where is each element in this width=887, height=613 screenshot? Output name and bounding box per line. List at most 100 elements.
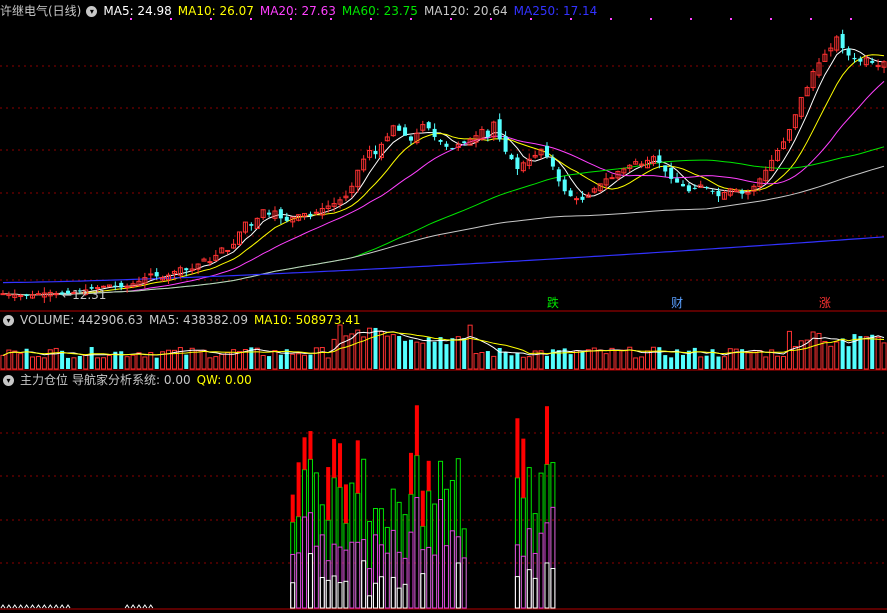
candle-body bbox=[403, 127, 408, 136]
volume-bar bbox=[308, 354, 313, 369]
volume-bar bbox=[479, 351, 485, 370]
candle-body bbox=[609, 177, 615, 180]
indicator-green-bar bbox=[443, 488, 449, 609]
volume-bar bbox=[515, 352, 520, 369]
volume-bar bbox=[615, 349, 621, 370]
indicator-baseline-wave bbox=[124, 604, 130, 609]
candle-body bbox=[870, 60, 875, 63]
indicator-header: ▾ 主力仓位 导航家分析系统: 0.00 QW: 0.00 bbox=[0, 371, 258, 389]
indicator-magenta-bar bbox=[296, 552, 302, 609]
volume-bar bbox=[751, 351, 757, 370]
indicator-magenta-bar bbox=[367, 568, 373, 609]
indicator-green-bar bbox=[420, 525, 426, 609]
volume-bar bbox=[526, 356, 532, 370]
candle-body bbox=[438, 140, 443, 142]
volume-bar bbox=[455, 336, 461, 370]
volume-bar bbox=[657, 347, 662, 369]
volume-ma5-value: MA5: 438382.09 bbox=[149, 313, 248, 327]
indicator-red-cap bbox=[338, 443, 343, 488]
volume-bar bbox=[580, 351, 585, 369]
indicator-magenta-bar bbox=[532, 552, 538, 609]
dropdown-icon[interactable]: ▾ bbox=[3, 314, 14, 326]
indicator-white-bar bbox=[514, 576, 520, 609]
indicator-magenta-bar bbox=[438, 499, 444, 609]
indicator-green-bar bbox=[390, 488, 396, 609]
volume-bar bbox=[781, 356, 787, 370]
candle-body bbox=[313, 211, 319, 214]
volume-bar bbox=[432, 341, 437, 369]
indicator-white-bar bbox=[319, 577, 325, 609]
volume-bar bbox=[219, 353, 225, 370]
candle-body bbox=[426, 122, 431, 129]
volume-bar bbox=[124, 356, 130, 370]
volume-bar bbox=[60, 350, 65, 369]
volume-bar bbox=[290, 353, 296, 370]
volume-bar bbox=[136, 352, 142, 370]
candle-body bbox=[846, 48, 851, 56]
indicator-magenta-bar bbox=[361, 539, 367, 609]
candle-body bbox=[680, 184, 686, 187]
candle-body bbox=[154, 272, 159, 277]
indicator-green-bar bbox=[414, 455, 420, 609]
dropdown-icon[interactable]: ▾ bbox=[3, 374, 14, 386]
volume-bar bbox=[574, 350, 580, 370]
indicator-green-bar bbox=[343, 522, 349, 609]
indicator-green-bar bbox=[349, 482, 355, 609]
candle-body bbox=[556, 169, 561, 182]
indicator-green-bar bbox=[396, 501, 402, 609]
volume-bar bbox=[858, 336, 863, 369]
volume-bar bbox=[177, 347, 183, 370]
indicator-green-bar bbox=[325, 519, 331, 609]
indicator-magenta-bar bbox=[337, 546, 343, 609]
indicator-green-bar bbox=[526, 467, 532, 609]
dropdown-icon[interactable]: ▾ bbox=[86, 5, 98, 17]
volume-bar bbox=[83, 354, 89, 370]
ma20-value: MA20: 27.63 bbox=[259, 4, 336, 18]
volume-bar bbox=[106, 355, 112, 370]
indicator-magenta-bar bbox=[355, 541, 361, 609]
volume-bar bbox=[485, 351, 490, 369]
indicator-magenta-bar bbox=[390, 529, 396, 609]
indicator-magenta-bar bbox=[461, 557, 467, 609]
volume-bar bbox=[822, 340, 828, 370]
event-marker-1: 财 bbox=[671, 296, 683, 310]
volume-bar bbox=[260, 354, 266, 370]
stock-name[interactable]: 许继电气(日线) bbox=[0, 2, 81, 20]
indicator-formula-value: 导航家分析系统: 0.00 bbox=[72, 373, 191, 387]
volume-bar bbox=[30, 356, 36, 370]
top-tick-dot bbox=[690, 18, 692, 20]
indicator-red-cap bbox=[515, 418, 520, 478]
indicator-red-cap bbox=[308, 431, 313, 460]
chart-canvas[interactable]: 跌 财 涨 ←12.31 bbox=[0, 0, 887, 613]
volume-bar bbox=[189, 347, 195, 370]
indicator-magenta-bar bbox=[408, 531, 414, 609]
volume-bar bbox=[544, 355, 549, 369]
candle-body bbox=[267, 212, 272, 215]
volume-bar bbox=[207, 357, 213, 370]
volume-ma10-value: MA10: 508973.41 bbox=[253, 313, 361, 327]
volume-bar bbox=[154, 357, 159, 369]
volume-bar bbox=[337, 324, 343, 370]
volume-bar bbox=[775, 355, 781, 370]
top-tick-dot bbox=[610, 18, 612, 20]
indicator-green-bar bbox=[449, 479, 455, 609]
volume-bar bbox=[426, 337, 431, 369]
candle-body bbox=[0, 293, 6, 296]
indicator-green-bar bbox=[331, 477, 337, 609]
indicator-name[interactable]: 主力仓位 bbox=[20, 371, 68, 389]
indicator-baseline-wave bbox=[6, 604, 12, 609]
indicator-bars bbox=[0, 405, 556, 609]
volume-bar bbox=[313, 347, 319, 370]
indicator-red-cap bbox=[355, 440, 360, 494]
top-tick-dot bbox=[650, 18, 652, 20]
ma250-line bbox=[2, 236, 885, 284]
volume-bar bbox=[403, 340, 408, 369]
candle-body bbox=[852, 57, 857, 60]
indicator-red-cap bbox=[420, 490, 425, 527]
candle-body bbox=[497, 119, 502, 140]
indicator-green-bar bbox=[544, 463, 550, 609]
indicator-white-bar bbox=[325, 579, 331, 609]
indicator-magenta-bar bbox=[414, 497, 420, 609]
indicator-green-bar bbox=[520, 497, 526, 609]
volume-bar bbox=[378, 331, 384, 370]
